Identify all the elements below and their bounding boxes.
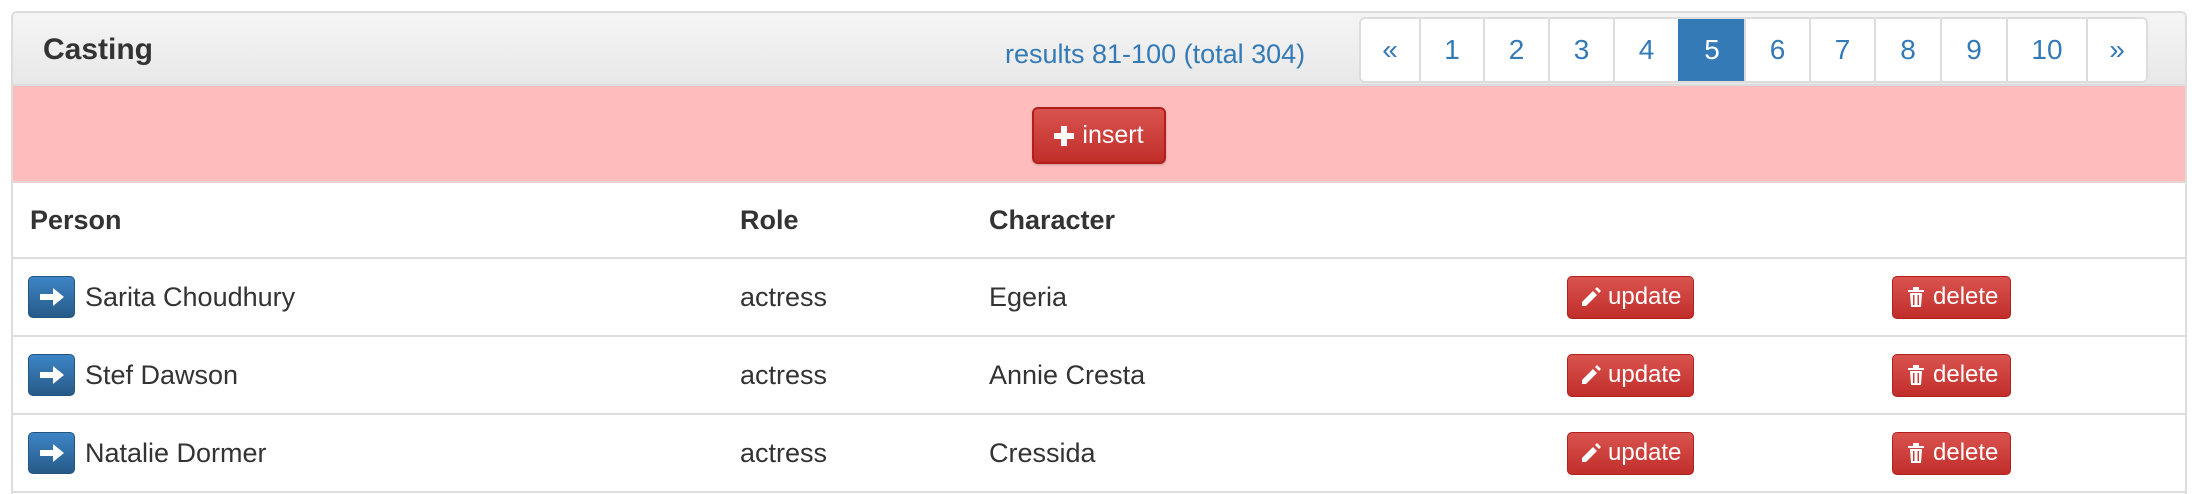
role-cell: actress xyxy=(723,414,972,493)
pencil-icon xyxy=(1582,443,1601,462)
page-link-7[interactable]: 7 xyxy=(1809,19,1874,81)
page-link-5-active[interactable]: 5 xyxy=(1678,19,1744,81)
header-update xyxy=(1550,183,1875,259)
delete-button[interactable]: delete xyxy=(1892,353,2012,397)
role-cell: actress xyxy=(723,258,972,337)
header-character: Character xyxy=(972,183,1550,259)
update-button[interactable]: update xyxy=(1567,431,1695,475)
trash-icon xyxy=(1908,365,1924,385)
plus-icon xyxy=(1054,125,1075,146)
pagination-next[interactable]: » xyxy=(2086,19,2146,81)
page-link-10[interactable]: 10 xyxy=(2006,19,2086,81)
character-cell: Annie Cresta xyxy=(972,336,1550,415)
page-link-3[interactable]: 3 xyxy=(1548,19,1613,81)
person-wrapper: Sarita Choudhury xyxy=(28,276,723,318)
update-label: update xyxy=(1608,361,1682,388)
header-role: Role xyxy=(723,183,972,259)
pencil-icon xyxy=(1582,287,1601,306)
role-cell: actress xyxy=(723,336,972,415)
update-button[interactable]: update xyxy=(1567,353,1695,397)
pencil-icon xyxy=(1582,365,1601,384)
character-cell: Cressida xyxy=(972,414,1550,493)
panel-title: Casting xyxy=(43,33,154,66)
update-label: update xyxy=(1608,439,1682,466)
delete-label: delete xyxy=(1933,283,1999,310)
header-delete xyxy=(1875,183,2185,259)
trash-icon xyxy=(1908,287,1924,307)
table-row: Sarita Choudhury actress Egeria update d… xyxy=(13,258,2185,337)
panel-heading: Casting results 81-100 (total 304) « 1 2… xyxy=(13,13,2185,86)
delete-label: delete xyxy=(1933,439,1999,466)
character-cell: Egeria xyxy=(972,258,1550,337)
page-link-2[interactable]: 2 xyxy=(1483,19,1548,81)
arrow-right-icon[interactable] xyxy=(28,354,75,396)
insert-label: insert xyxy=(1082,121,1144,149)
page-link-1[interactable]: 1 xyxy=(1419,19,1483,81)
insert-bar: insert xyxy=(13,86,2185,183)
arrow-right-icon[interactable] xyxy=(28,276,75,318)
person-name: Stef Dawson xyxy=(85,359,239,390)
update-cell: update xyxy=(1550,414,1875,493)
delete-cell: delete xyxy=(1875,414,2185,493)
pagination: « 1 2 3 4 5 6 7 8 9 10 » xyxy=(1359,17,2148,83)
arrow-right-icon[interactable] xyxy=(28,432,75,474)
pagination-prev[interactable]: « xyxy=(1361,19,1419,81)
person-wrapper: Stef Dawson xyxy=(28,354,723,396)
delete-button[interactable]: delete xyxy=(1892,275,2012,319)
table-row: Natalie Dormer actress Cressida update d… xyxy=(13,414,2185,493)
update-label: update xyxy=(1608,283,1682,310)
person-wrapper: Natalie Dormer xyxy=(28,432,723,474)
person-cell: Sarita Choudhury xyxy=(13,258,723,337)
results-count: results 81-100 (total 304) xyxy=(1005,39,1306,69)
person-name: Natalie Dormer xyxy=(85,437,267,468)
update-cell: update xyxy=(1550,336,1875,415)
delete-label: delete xyxy=(1933,361,1999,388)
page-link-6[interactable]: 6 xyxy=(1744,19,1809,81)
casting-table: Person Role Character Sarita Choudhury a… xyxy=(13,183,2185,493)
update-button[interactable]: update xyxy=(1567,275,1695,319)
insert-button[interactable]: insert xyxy=(1032,107,1166,164)
page-link-4[interactable]: 4 xyxy=(1613,19,1678,81)
delete-button[interactable]: delete xyxy=(1892,431,2012,475)
page-link-8[interactable]: 8 xyxy=(1874,19,1940,81)
person-name: Sarita Choudhury xyxy=(85,281,296,312)
update-cell: update xyxy=(1550,258,1875,337)
table-row: Stef Dawson actress Annie Cresta update … xyxy=(13,336,2185,415)
delete-cell: delete xyxy=(1875,336,2185,415)
delete-cell: delete xyxy=(1875,258,2185,337)
header-person: Person xyxy=(13,183,723,259)
page-link-9[interactable]: 9 xyxy=(1940,19,2006,81)
casting-panel: Casting results 81-100 (total 304) « 1 2… xyxy=(11,11,2187,494)
person-cell: Natalie Dormer xyxy=(13,414,723,493)
trash-icon xyxy=(1908,443,1924,463)
person-cell: Stef Dawson xyxy=(13,336,723,415)
table-header-row: Person Role Character xyxy=(13,183,2185,259)
